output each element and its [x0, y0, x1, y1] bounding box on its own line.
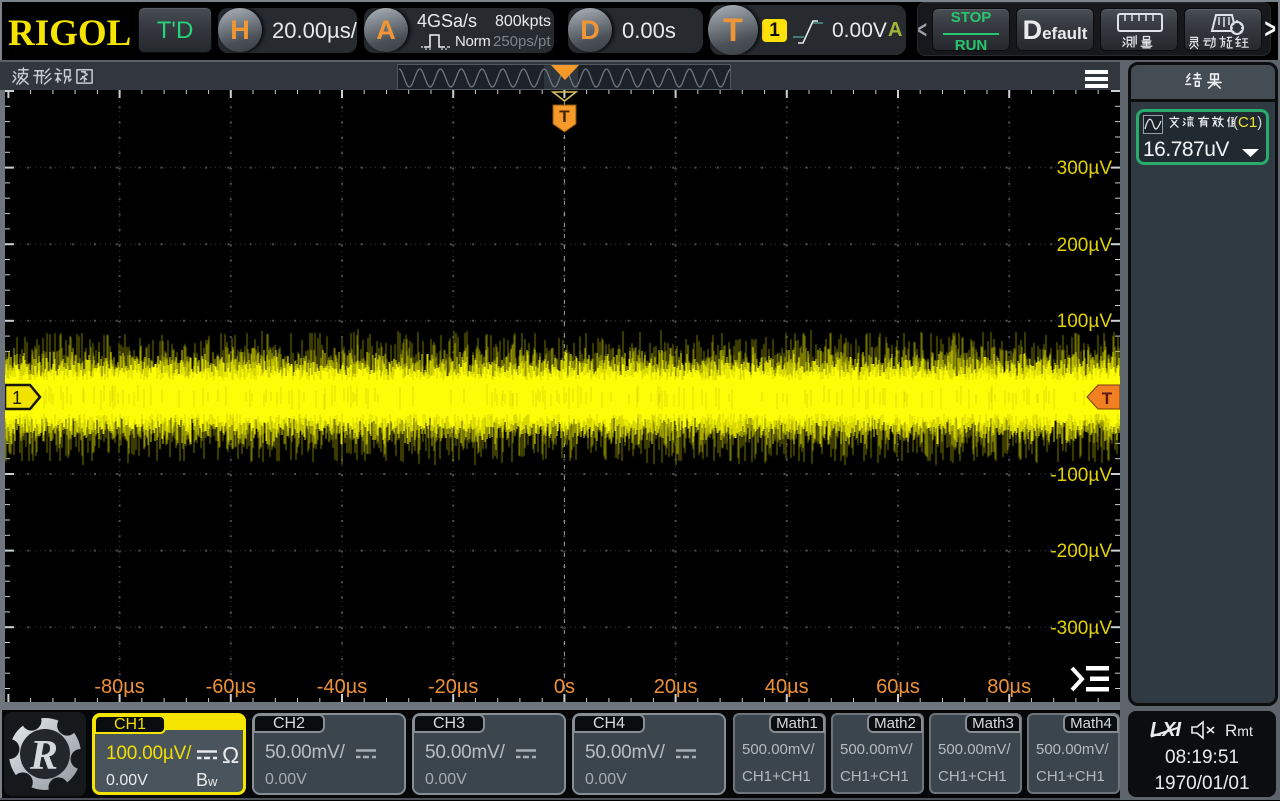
- svg-text:200µV: 200µV: [1057, 235, 1113, 256]
- svg-text:R: R: [29, 733, 58, 779]
- svg-text:80µs: 80µs: [987, 676, 1031, 698]
- svg-text:-20µs: -20µs: [428, 676, 478, 698]
- svg-text:T: T: [1102, 389, 1113, 408]
- svg-text:300µV: 300µV: [1057, 158, 1113, 179]
- svg-text:-200µV: -200µV: [1050, 541, 1112, 562]
- svg-text:-60µs: -60µs: [206, 676, 256, 698]
- svg-text:60µs: 60µs: [876, 676, 920, 698]
- svg-text:-80µs: -80µs: [94, 676, 144, 698]
- svg-text:100µV: 100µV: [1057, 311, 1113, 332]
- svg-text:0s: 0s: [554, 676, 575, 698]
- svg-text:40µs: 40µs: [765, 676, 809, 698]
- svg-text:-100µV: -100µV: [1050, 465, 1112, 486]
- svg-text:20µs: 20µs: [654, 676, 698, 698]
- svg-text:1: 1: [12, 388, 22, 408]
- svg-text:T: T: [559, 107, 570, 126]
- svg-text:-300µV: -300µV: [1050, 618, 1112, 639]
- svg-text:-40µs: -40µs: [317, 676, 367, 698]
